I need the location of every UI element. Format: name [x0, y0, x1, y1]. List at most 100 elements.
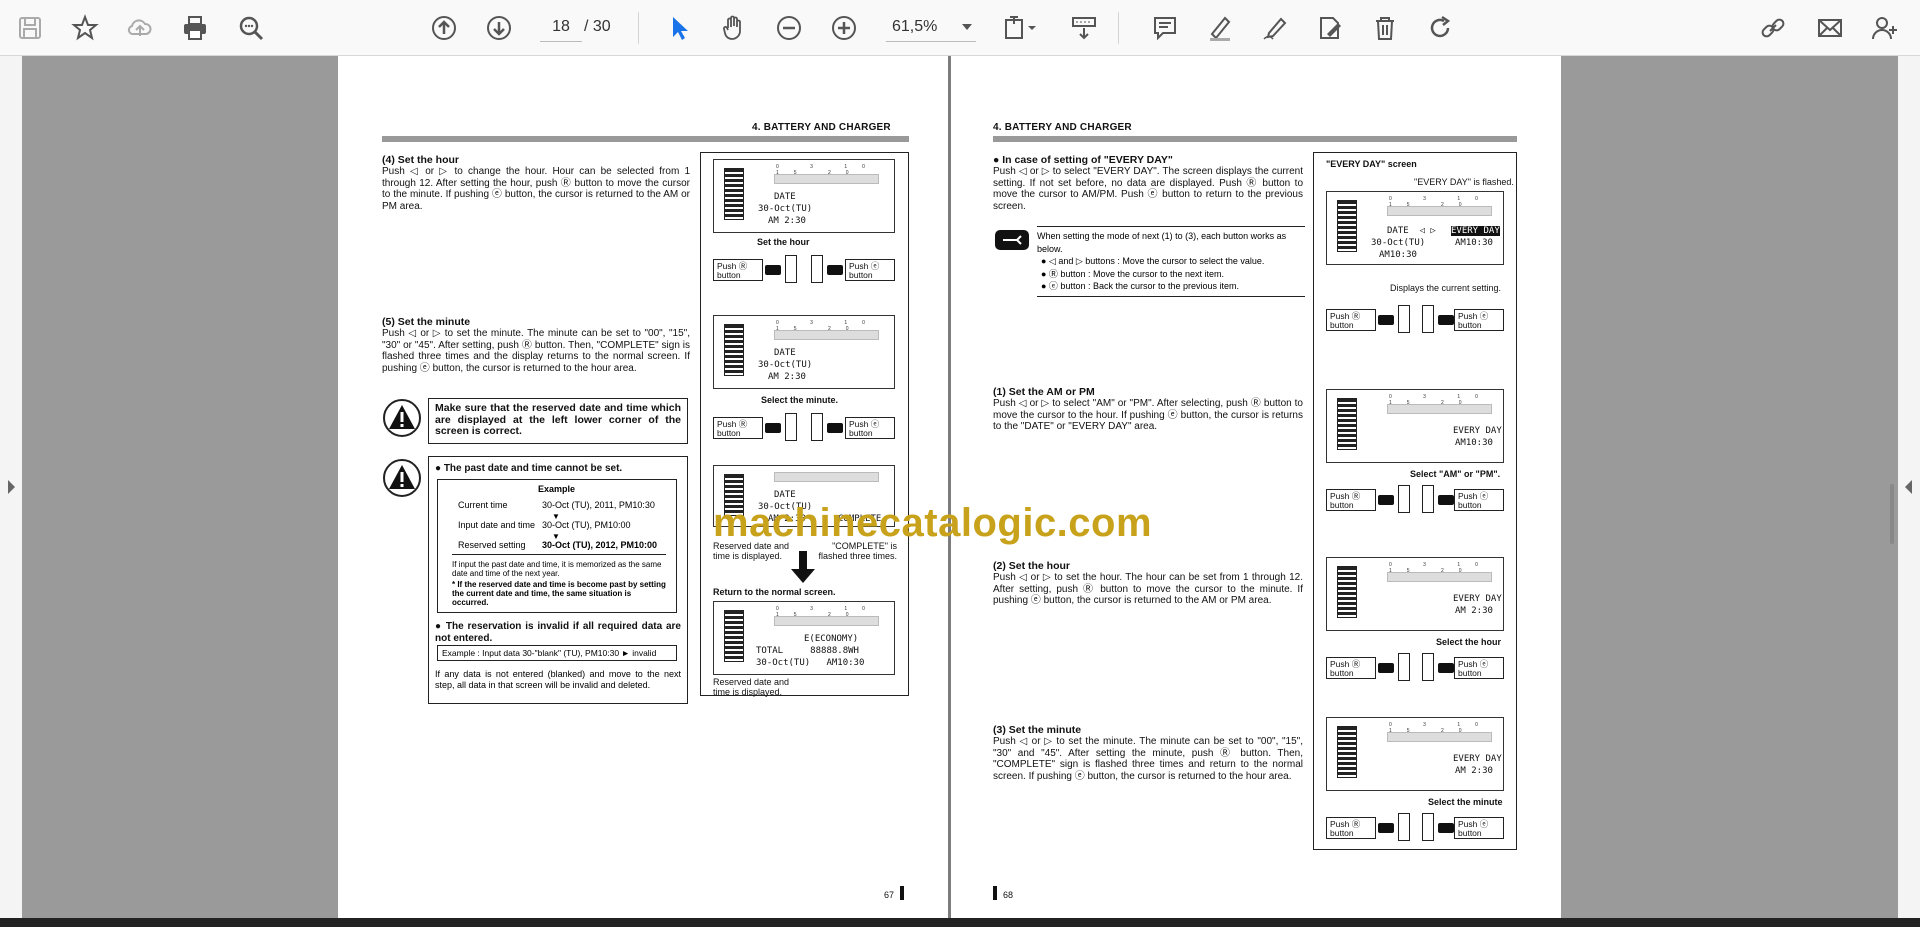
connector-icon [1378, 315, 1394, 325]
section-title: (2) Set the hour [993, 560, 1071, 572]
page-header: 4. BATTERY AND CHARGER [752, 122, 891, 133]
connector-icon [1378, 663, 1394, 673]
push-r-label: Push Ⓡ button [1326, 817, 1376, 839]
email-icon[interactable] [1812, 10, 1848, 46]
example-row-label: Input date and time [458, 520, 536, 530]
section-title: (5) Set the minute [382, 316, 471, 328]
gauge-bar [1387, 206, 1492, 216]
section-body: Push ◁ or ▷ to set the hour. The hour ca… [993, 572, 1303, 606]
header-rule [993, 136, 1517, 142]
pdf-toolbar: / 30 61,5% [0, 0, 1920, 56]
gauge-bar [1387, 404, 1492, 414]
diagram-caption: Set the hour [757, 237, 810, 247]
add-user-icon[interactable] [1867, 10, 1903, 46]
section-title: (3) Set the minute [993, 724, 1082, 736]
button-sequence: Push Ⓡ button Push ⓔ button [1326, 813, 1504, 841]
gauge-bar [774, 616, 879, 626]
watermark-text: machinecatalogic.com [713, 501, 1153, 545]
taskbar-strip [0, 918, 1920, 927]
battery-bars [1337, 200, 1357, 252]
caution-title: ● The past date and time cannot be set. [435, 463, 623, 474]
example-row-label: Reserved setting [458, 540, 526, 550]
example-row-value: 30-Oct (TU), 2011, PM10:30 [542, 500, 655, 510]
highlight-pen-icon[interactable] [1202, 10, 1238, 46]
delete-trash-icon[interactable] [1367, 10, 1403, 46]
note-item: ● Ⓡ button : Move the cursor to the next… [1041, 268, 1225, 279]
scrollbar[interactable] [1890, 484, 1894, 544]
section-title: (4) Set the hour [382, 154, 460, 166]
edit-document-icon[interactable] [1312, 10, 1348, 46]
note-box: When setting the mode of next (1) to (3)… [1037, 226, 1305, 297]
search-zoom-icon[interactable] [233, 10, 269, 46]
connector-icon [1378, 823, 1394, 833]
updown-arrow-icon [785, 413, 797, 441]
zoom-in-icon[interactable] [826, 10, 862, 46]
note-icon [995, 230, 1029, 250]
share-link-icon[interactable] [1755, 10, 1791, 46]
connector-icon [1438, 495, 1454, 505]
save-icon[interactable] [12, 10, 48, 46]
zoom-value: 61,5% [892, 18, 938, 35]
lcd-screen: 0 3 10 15 20 DATE 30-Oct(TU) AM 2:30 [713, 159, 895, 233]
diagram-frame: "EVERY DAY" screen "EVERY DAY" is flashe… [1313, 152, 1517, 850]
bookmark-star-icon[interactable] [67, 10, 103, 46]
section-body: Push ◁ or ▷ to select "EVERY DAY". The s… [993, 166, 1303, 212]
connector-icon [1378, 495, 1394, 505]
print-icon[interactable] [177, 10, 213, 46]
updown-arrow-icon [1398, 305, 1410, 333]
page-number: 67 [884, 890, 895, 900]
next-page-icon[interactable] [481, 10, 517, 46]
connector-icon [765, 265, 781, 275]
upload-cloud-icon[interactable] [122, 10, 158, 46]
updown-arrow-icon [1422, 653, 1434, 681]
updown-arrow-icon [1398, 485, 1410, 513]
page-total: / 30 [584, 18, 611, 35]
battery-bars [1337, 398, 1357, 450]
button-sequence: Push Ⓡ button Push ⓔ button [1326, 305, 1504, 333]
page-68: 4. BATTERY AND CHARGER ● In case of sett… [951, 56, 1561, 918]
left-panel-toggle[interactable] [0, 56, 22, 918]
scroll-mode-icon[interactable] [1066, 10, 1102, 46]
page-67: 4. BATTERY AND CHARGER (4) Set the hour … [338, 56, 948, 918]
updown-arrow-icon [811, 255, 823, 283]
section-body: Push ◁ or ▷ to change the hour. Hour can… [382, 166, 690, 212]
select-cursor-icon[interactable] [661, 10, 697, 46]
updown-arrow-icon [1422, 485, 1434, 513]
example-row-value: 30-Oct (TU), 2012, PM10:00 [542, 540, 658, 550]
comment-icon[interactable] [1147, 10, 1183, 46]
button-sequence: Push Ⓡ button Push ⓔ button [713, 255, 895, 283]
invalid-title: ● The reservation is invalid if all requ… [435, 621, 681, 644]
hand-pan-icon[interactable] [716, 10, 752, 46]
signature-pen-icon[interactable] [1257, 10, 1293, 46]
diagram-caption: "EVERY DAY" is flashed. [1414, 177, 1514, 187]
push-e-label: Push ⓔ button [845, 417, 895, 439]
invalid-note: If any data is not entered (blanked) and… [435, 669, 681, 690]
diagram-caption: Reserved date and time is displayed. [713, 677, 790, 697]
right-panel-toggle[interactable] [1898, 56, 1920, 918]
battery-bars [724, 610, 744, 662]
fit-page-icon[interactable] [997, 10, 1045, 46]
connector-icon [1438, 823, 1454, 833]
document-viewer[interactable]: 4. BATTERY AND CHARGER (4) Set the hour … [0, 56, 1920, 918]
redo-rotate-icon[interactable] [1422, 10, 1458, 46]
push-e-label: Push ⓔ button [845, 259, 895, 281]
gauge-bar [1387, 732, 1492, 742]
section-title: ● In case of setting of "EVERY DAY" [993, 154, 1173, 166]
zoom-level-select[interactable]: 61,5% [886, 12, 976, 42]
diagram-frame: 0 3 10 15 20 DATE 30-Oct(TU) AM 2:30 Set… [700, 152, 909, 697]
lcd-screen: 0 3 10 15 20 EVERY DAY AM10:30 [1326, 389, 1504, 463]
section-body: Push ◁ or ▷ to select "AM" or "PM". Afte… [993, 398, 1303, 432]
screen-title: "EVERY DAY" screen [1326, 159, 1417, 169]
battery-bars [724, 324, 744, 376]
push-e-label: Push ⓔ button [1454, 309, 1504, 331]
caution-icon [383, 399, 421, 437]
section-body: Push ◁ or ▷ to set the minute. The minut… [382, 328, 690, 374]
diagram-caption: Return to the normal screen. [713, 587, 836, 597]
zoom-out-icon[interactable] [771, 10, 807, 46]
updown-arrow-icon [1398, 653, 1410, 681]
page-number-input[interactable] [540, 12, 582, 42]
previous-page-icon[interactable] [426, 10, 462, 46]
example-row-label: Current time [458, 500, 508, 510]
battery-bars [1337, 566, 1357, 618]
example-note: * If the reserved date and time is becom… [452, 580, 666, 607]
